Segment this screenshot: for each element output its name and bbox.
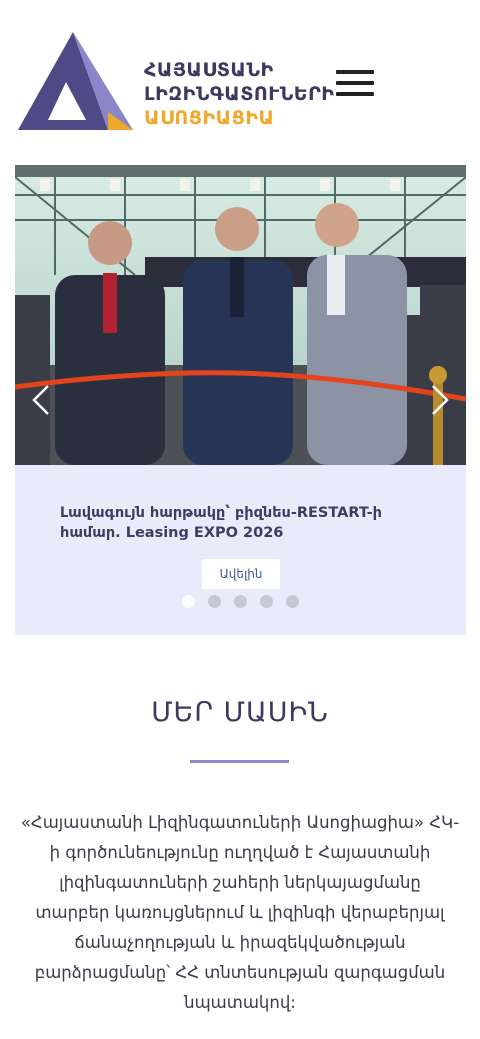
hamburger-menu-icon[interactable]	[336, 68, 376, 98]
slider-dot-3[interactable]	[234, 595, 247, 608]
slider-dot-2[interactable]	[208, 595, 221, 608]
chevron-left-icon[interactable]	[29, 383, 53, 417]
slide-caption[interactable]: Լավագույն հարթակը՝ բիզնես-RESTART-ի համա…	[60, 503, 410, 543]
logo-line-2: ԼԻԶԻՆԳԱՏՈՒՆԵՐԻ	[144, 83, 335, 105]
triangle-logo-icon	[18, 32, 133, 130]
about-divider	[190, 760, 289, 763]
slider-dot-1[interactable]	[182, 595, 195, 608]
logo-line-3: ԱՍՈՑԻԱՑԻԱ	[144, 107, 275, 129]
about-text: «Հայաստանի Լիզինգատուների Ասոցիացիա» ՀԿ-…	[20, 813, 460, 1012]
ribbon-cutting-photo	[15, 165, 466, 465]
slider-dot-4[interactable]	[260, 595, 273, 608]
slider-dot-5[interactable]	[286, 595, 299, 608]
logo-text: ՀԱՅԱՍՏԱՆԻ ԼԻԶԻՆԳԱՏՈՒՆԵՐԻ ԱՍՈՑԻԱՑԻԱ	[144, 58, 334, 130]
chevron-right-icon[interactable]	[428, 383, 452, 417]
slide-photo	[15, 165, 466, 465]
news-slider: Լավագույն հարթակը՝ բիզնես-RESTART-ի համա…	[15, 165, 466, 635]
site-header: ՀԱՅԱՍՏԱՆԻ ԼԻԶԻՆԳԱՏՈՒՆԵՐԻ ԱՍՈՑԻԱՑԻԱ	[0, 0, 480, 165]
logo-line-1: ՀԱՅԱՍՏԱՆԻ	[144, 59, 274, 81]
association-logo[interactable]: ՀԱՅԱՍՏԱՆԻ ԼԻԶԻՆԳԱՏՈՒՆԵՐԻ ԱՍՈՑԻԱՑԻԱ	[18, 30, 334, 140]
about-title: ՄԵՐ ՄԱՍԻՆ	[151, 697, 329, 728]
read-more-button[interactable]: Ավելին	[202, 559, 280, 589]
